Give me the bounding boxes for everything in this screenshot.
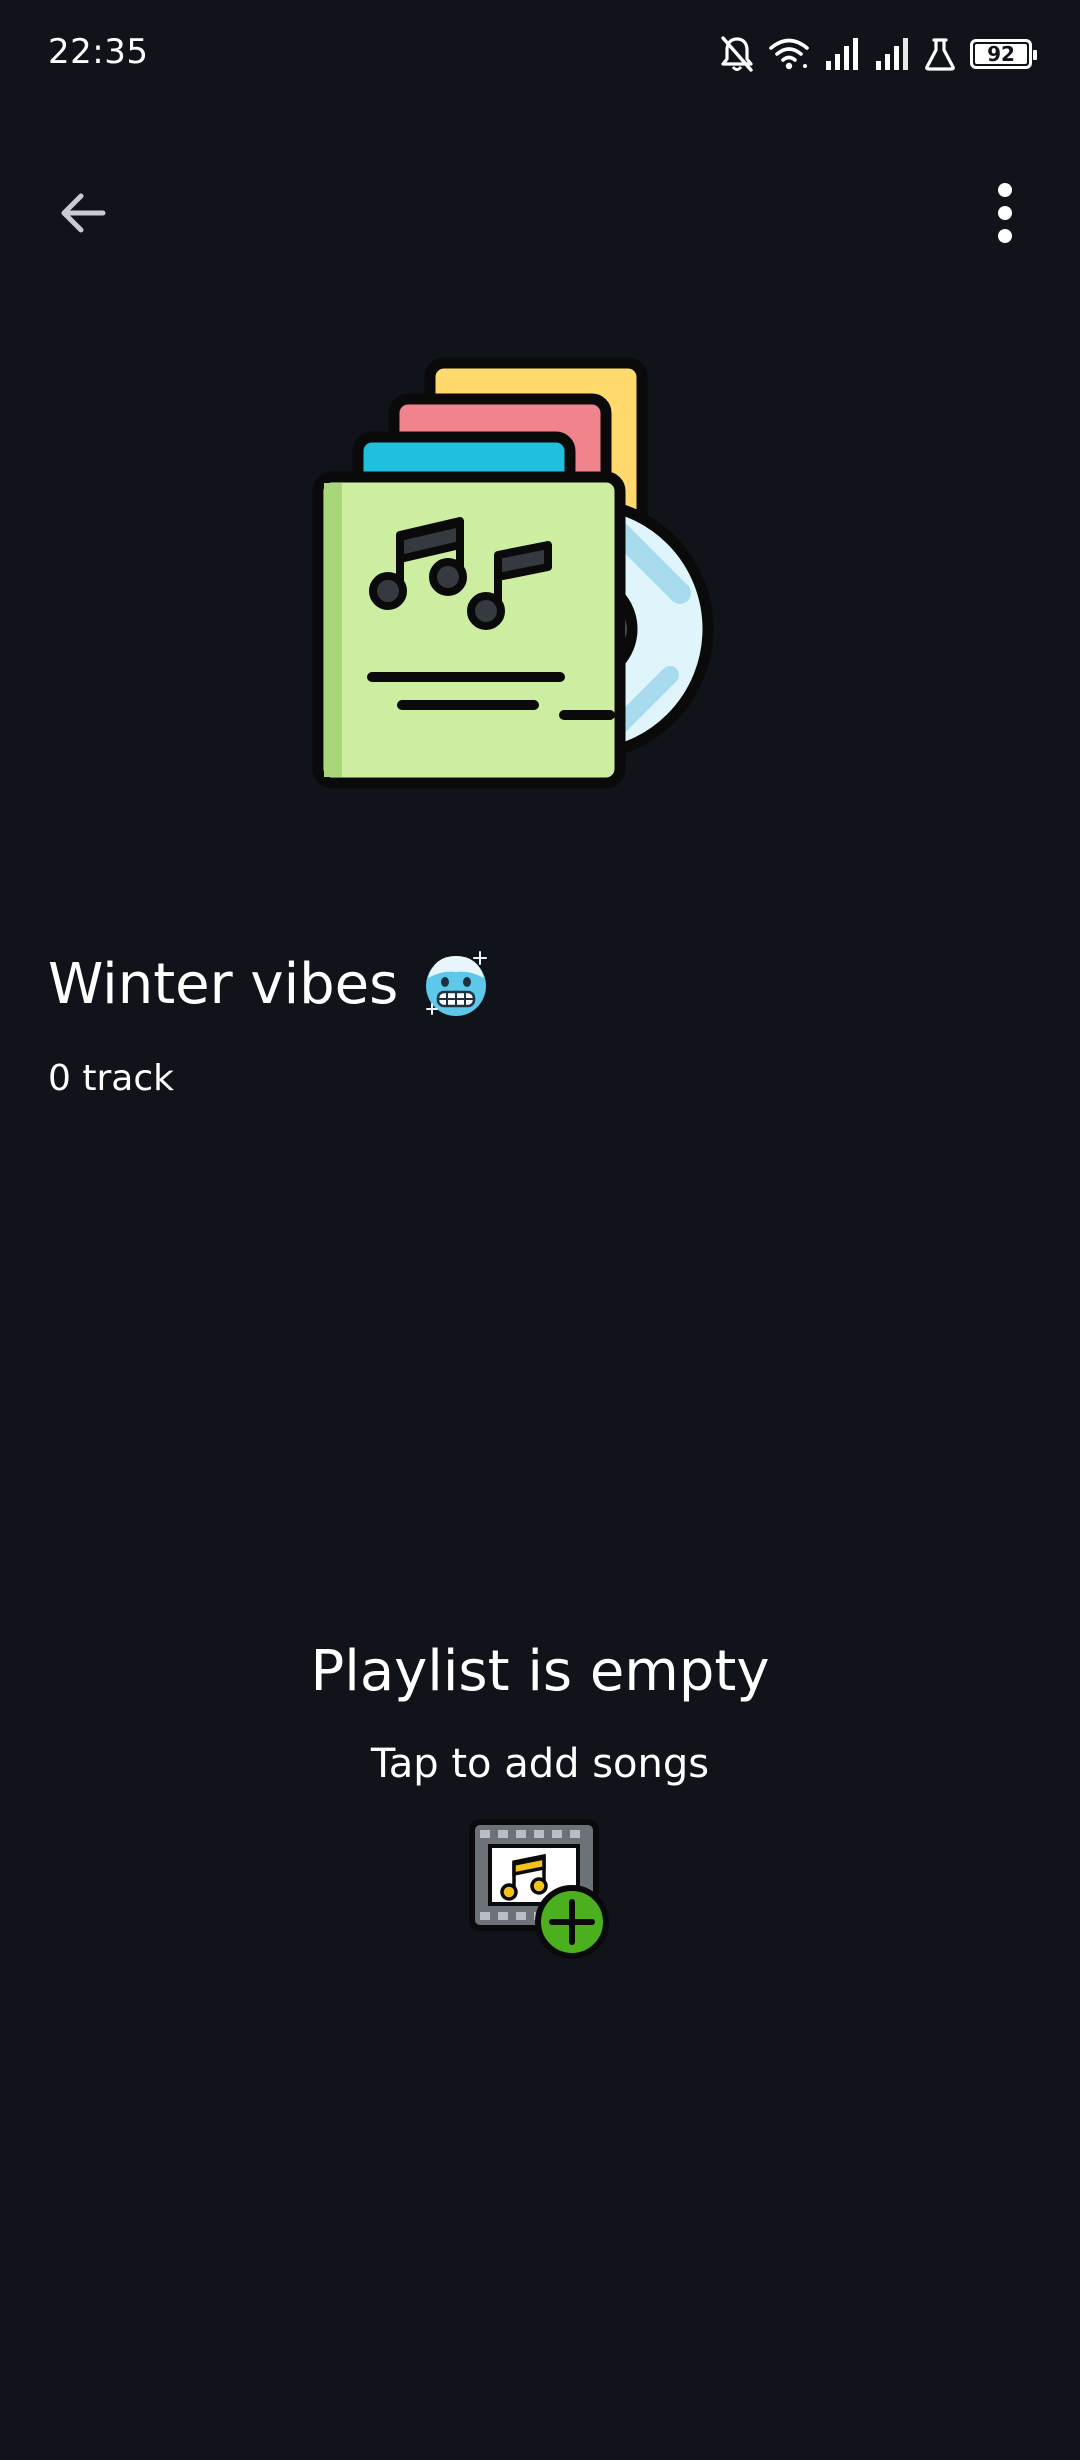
wifi-icon	[768, 37, 810, 71]
battery-icon: 92	[970, 39, 1037, 69]
album-stack-icon	[310, 355, 770, 795]
playlist-title-text: Winter vibes	[48, 951, 399, 1017]
add-songs-link[interactable]: Tap to add songs	[0, 1736, 1080, 1792]
more-vertical-icon	[995, 181, 1015, 249]
empty-state-title: Playlist is empty	[310, 1639, 770, 1704]
status-time: 22:35	[48, 32, 149, 72]
add-music-icon[interactable]	[468, 1818, 614, 1964]
battery-level: 92	[987, 42, 1015, 66]
signal-icon	[874, 37, 910, 71]
status-bar: 22:35 92	[0, 0, 1080, 110]
more-options-button[interactable]	[960, 170, 1050, 260]
playlist-title: Winter vibes	[48, 948, 492, 1020]
status-icons: 92	[720, 30, 1037, 78]
arrow-left-icon	[55, 185, 111, 245]
track-count: 0 track	[48, 1058, 174, 1099]
back-button[interactable]	[38, 170, 128, 260]
cold-face-emoji-icon	[420, 948, 492, 1020]
empty-state: Playlist is empty Tap to add songs	[0, 1630, 1080, 1792]
bell-off-icon	[720, 35, 754, 73]
flask-icon	[924, 37, 956, 71]
top-bar	[0, 150, 1080, 260]
signal-icon	[824, 37, 860, 71]
